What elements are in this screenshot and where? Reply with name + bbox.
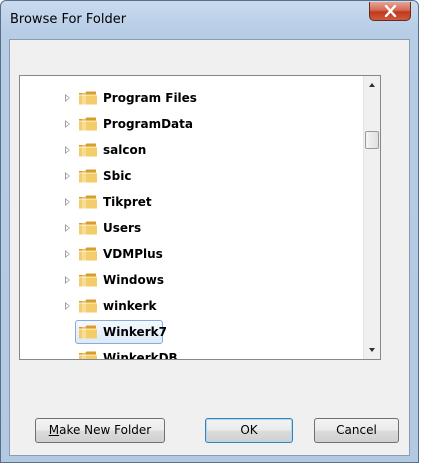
tree-item[interactable]: Users (20, 216, 364, 242)
tree-item[interactable]: salcon (20, 138, 364, 164)
folder-icon (78, 142, 98, 158)
tree-item[interactable]: Tikpret (20, 190, 364, 216)
tree-item[interactable]: Sbic (20, 164, 364, 190)
folder-tree[interactable]: Program Files ProgramData salcon Sbic Tikpre… (19, 75, 381, 360)
folder-icon (78, 168, 98, 184)
tree-item-label: Windows (103, 273, 164, 287)
folder-icon (78, 272, 98, 288)
window-title: Browse For Folder (10, 12, 127, 27)
tree-item[interactable]: Program Files (20, 86, 364, 112)
scroll-down-button[interactable] (364, 342, 380, 359)
folder-icon (78, 90, 98, 106)
chevron-right-icon[interactable] (65, 224, 70, 232)
close-icon (384, 5, 397, 17)
vertical-scrollbar[interactable] (363, 76, 380, 359)
scroll-thumb[interactable] (365, 131, 379, 149)
tree-item[interactable]: Windows (20, 268, 364, 294)
tree-item-label: VDMPlus (103, 247, 163, 261)
tree-item[interactable]: ProgramData (20, 112, 364, 138)
folder-icon (78, 350, 98, 359)
make-new-folder-button[interactable]: Make New Folder (35, 418, 165, 443)
make-new-folder-label: ake New Folder (59, 423, 152, 437)
tree-item-label: Users (103, 221, 142, 235)
close-button[interactable] (369, 2, 411, 21)
cancel-button[interactable]: Cancel (314, 418, 399, 443)
tree-item[interactable]: WinkerkDB (20, 346, 364, 360)
chevron-right-icon[interactable] (65, 172, 70, 180)
tree-item[interactable]: Winkerk7 (20, 320, 364, 346)
tree-item-label: ProgramData (103, 117, 193, 131)
tree-item[interactable]: winkerk (20, 294, 364, 320)
folder-icon (78, 220, 98, 236)
browse-for-folder-dialog: Browse For Folder Program Files ProgramDa… (0, 0, 419, 463)
tree-item-label: salcon (103, 143, 147, 157)
chevron-right-icon[interactable] (65, 250, 70, 258)
tree-item-label: winkerk (103, 299, 157, 313)
title-bar: Browse For Folder (1, 1, 418, 39)
tree-item-label: Winkerk7 (103, 325, 167, 339)
ok-button[interactable]: OK (205, 418, 293, 443)
tree-item-label: WinkerkDB (103, 351, 178, 360)
chevron-right-icon[interactable] (65, 94, 70, 102)
folder-icon (78, 324, 98, 340)
folder-icon (78, 194, 98, 210)
chevron-right-icon[interactable] (65, 276, 70, 284)
tree-item-label: Program Files (103, 91, 197, 105)
make-new-folder-mnemonic: M (48, 423, 60, 437)
chevron-right-icon[interactable] (65, 120, 70, 128)
folder-icon (78, 246, 98, 262)
chevron-right-icon[interactable] (65, 146, 70, 154)
chevron-right-icon[interactable] (65, 198, 70, 206)
scroll-up-button[interactable] (364, 76, 380, 93)
chevron-right-icon[interactable] (65, 302, 70, 310)
tree-item[interactable]: VDMPlus (20, 242, 364, 268)
folder-icon (78, 116, 98, 132)
folder-icon (78, 298, 98, 314)
tree-item-label: Sbic (103, 169, 132, 183)
tree-item-label: Tikpret (103, 195, 152, 209)
